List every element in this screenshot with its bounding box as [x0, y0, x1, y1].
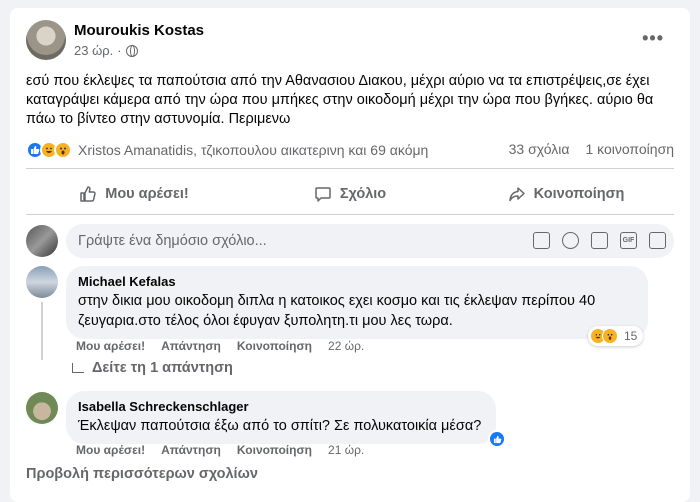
post-card: Mouroukis Kostas 23 ώρ. · ••• εσύ που έκ…	[10, 8, 690, 502]
reaction-summary[interactable]: Xristos Amanatidis, τζικοπουλου αικατερι…	[26, 141, 428, 159]
post-author-name[interactable]: Mouroukis Kostas	[74, 22, 204, 39]
like-icon	[488, 430, 506, 448]
emoji-icon[interactable]	[562, 232, 579, 249]
comment-author[interactable]: Isabella Schreckenschlager	[78, 399, 484, 414]
comment-author[interactable]: Michael Kefalas	[78, 274, 636, 289]
wow-icon	[602, 328, 618, 344]
comment-text: στην δικια μου οικοδομη διπλα η κατοικος…	[78, 293, 596, 329]
reply-arrow-icon	[72, 363, 84, 373]
comment-bubble: Isabella Schreckenschlager Έκλεψαν παπού…	[66, 391, 496, 444]
comment-timestamp[interactable]: 21 ώρ.	[328, 443, 364, 457]
view-more-comments-link[interactable]: Προβολή περισσότερων σχολίων	[26, 466, 258, 482]
author-avatar[interactable]	[26, 20, 66, 60]
commenter-avatar[interactable]	[26, 266, 58, 298]
commenter-avatar[interactable]	[26, 392, 58, 424]
comment-actions: Μου αρέσει! Απάντηση Κοινοποίηση 21 ώρ.	[76, 443, 364, 457]
comments-count[interactable]: 33 σχόλια	[509, 141, 570, 157]
divider	[26, 214, 674, 215]
comment-reply-link[interactable]: Απάντηση	[161, 443, 221, 457]
comment-button-label: Σχόλιο	[339, 186, 387, 202]
shares-count[interactable]: 1 κοινοποίηση	[585, 141, 674, 157]
comment-bubble-icon	[315, 187, 331, 202]
comment-text: Έκλεψαν παπούτσια έξω από το σπίτι? Σε π…	[78, 418, 482, 434]
comment-reactions[interactable]: 15	[588, 326, 644, 346]
like-button-label: Μου αρέσει!	[105, 186, 189, 202]
comment-actions: Μου αρέσει! Απάντηση Κοινοποίηση 22 ώρ.	[76, 339, 364, 353]
more-options-icon[interactable]: •••	[642, 28, 664, 49]
comment-reactions[interactable]	[488, 430, 506, 449]
current-user-avatar[interactable]	[26, 225, 58, 257]
comment-like-link[interactable]: Μου αρέσει!	[76, 339, 145, 353]
sticker-icon[interactable]	[649, 232, 666, 249]
post-action-bar: Μου αρέσει! Σχόλιο Κοινοποίηση	[26, 177, 674, 211]
share-button[interactable]: Κοινοποίηση	[458, 177, 674, 211]
post-text: εσύ που έκλεψες τα παπούτσια από την Αθα…	[26, 73, 654, 127]
post-meta: 23 ώρ. ·	[74, 43, 138, 58]
avatar-sticker-icon[interactable]	[533, 232, 550, 249]
comment-share-link[interactable]: Κοινοποίηση	[237, 443, 312, 457]
divider	[26, 168, 674, 169]
globe-icon	[125, 44, 138, 57]
gif-icon[interactable]: GIF	[620, 232, 637, 249]
comment-like-link[interactable]: Μου αρέσει!	[76, 443, 145, 457]
camera-icon[interactable]	[591, 232, 608, 249]
view-replies-label: Δείτε τη 1 απάντηση	[92, 360, 233, 376]
meta-separator: ·	[117, 43, 122, 58]
reaction-names[interactable]: Xristos Amanatidis, τζικοπουλου αικατερι…	[78, 142, 428, 158]
comment-share-link[interactable]: Κοινοποίηση	[237, 339, 312, 353]
thumbs-up-icon	[80, 186, 96, 202]
like-button[interactable]: Μου αρέσει!	[26, 177, 242, 211]
post-timestamp[interactable]: 23 ώρ.	[74, 43, 113, 58]
share-arrow-icon	[508, 187, 525, 202]
comment-bubble: Michael Kefalas στην δικια μου οικοδομη …	[66, 266, 648, 339]
composer-icons: GIF	[533, 232, 666, 249]
comment-reaction-count: 15	[624, 329, 638, 343]
comment-timestamp[interactable]: 22 ώρ.	[328, 339, 364, 353]
comment-reply-link[interactable]: Απάντηση	[161, 339, 221, 353]
share-button-label: Κοινοποίηση	[533, 186, 625, 202]
comment-button[interactable]: Σχόλιο	[242, 177, 458, 211]
thread-line	[41, 302, 43, 360]
wow-icon	[54, 141, 72, 159]
post-counts: 33 σχόλια 1 κοινοποίηση	[509, 141, 674, 157]
comment-input[interactable]: Γράψτε ένα δημόσιο σχόλιο... GIF	[66, 224, 674, 258]
comment-input-placeholder: Γράψτε ένα δημόσιο σχόλιο...	[78, 233, 267, 249]
comment-composer: Γράψτε ένα δημόσιο σχόλιο... GIF	[26, 224, 674, 258]
view-replies-link[interactable]: Δείτε τη 1 απάντηση	[72, 360, 233, 376]
